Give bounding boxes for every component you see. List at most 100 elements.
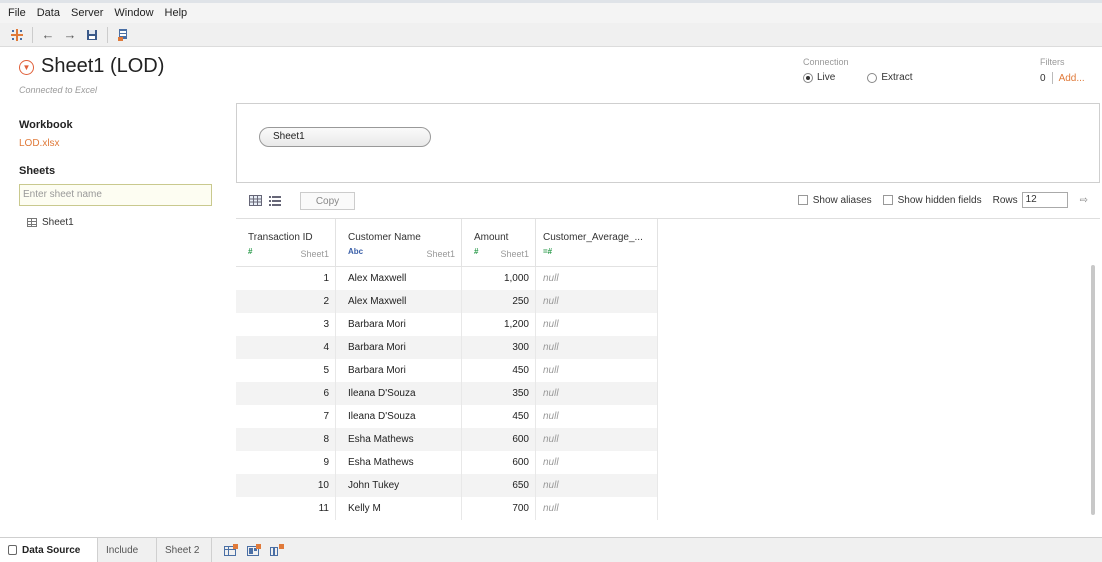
cell-transaction-id: 10 bbox=[236, 474, 336, 497]
toolbar-separator bbox=[107, 26, 108, 43]
cell-amount: 350 bbox=[462, 382, 536, 405]
cell-customer-average: null bbox=[536, 313, 658, 336]
column-header-customer-average[interactable]: Customer_Average_... =# bbox=[536, 219, 658, 267]
workbook-heading: Workbook bbox=[19, 119, 73, 131]
new-story-icon[interactable] bbox=[270, 544, 284, 556]
cell-amount: 250 bbox=[462, 290, 536, 313]
cell-transaction-id: 4 bbox=[236, 336, 336, 359]
column-source: Sheet1 bbox=[500, 249, 529, 259]
menu-data[interactable]: Data bbox=[37, 7, 60, 19]
cell-customer-name: Barbara Mori bbox=[336, 336, 462, 359]
cell-customer-name: Esha Mathews bbox=[336, 428, 462, 451]
add-filter-link[interactable]: Add... bbox=[1059, 73, 1085, 84]
new-data-source-icon[interactable] bbox=[114, 26, 132, 44]
menu-server[interactable]: Server bbox=[71, 7, 103, 19]
column-header-amount[interactable]: Amount # Sheet1 bbox=[462, 219, 536, 267]
column-source: Sheet1 bbox=[426, 249, 455, 259]
tab-sheet-2[interactable]: Sheet 2 bbox=[157, 538, 212, 562]
cell-customer-average: null bbox=[536, 428, 658, 451]
data-grid: Transaction ID # Sheet1 Customer Name Ab… bbox=[236, 218, 1100, 537]
toolbar-separator bbox=[32, 26, 33, 43]
extract-radio[interactable] bbox=[867, 72, 878, 83]
connection-label: Connection bbox=[803, 57, 849, 67]
cell-customer-average: null bbox=[536, 290, 658, 313]
page-title[interactable]: Sheet1 (LOD) bbox=[41, 55, 164, 78]
tab-include[interactable]: Include bbox=[98, 538, 157, 562]
table-row: 7 Ileana D'Souza 450 null bbox=[236, 405, 658, 428]
cell-customer-name: Alex Maxwell bbox=[336, 290, 462, 313]
sidebar-item-sheet1[interactable]: Sheet1 bbox=[27, 217, 74, 228]
connection-options: Live Extract bbox=[803, 72, 912, 83]
filters-row: 0 Add... bbox=[1040, 72, 1085, 84]
filters-divider bbox=[1051, 72, 1053, 84]
tableau-logo-icon[interactable] bbox=[8, 26, 26, 44]
column-source: Sheet1 bbox=[300, 249, 329, 259]
string-type-icon[interactable]: Abc bbox=[348, 247, 363, 256]
number-type-icon[interactable]: # bbox=[248, 247, 252, 256]
cell-customer-average: null bbox=[536, 267, 658, 290]
table-row: 4 Barbara Mori 300 null bbox=[236, 336, 658, 359]
number-type-icon[interactable]: # bbox=[474, 247, 478, 256]
cell-transaction-id: 6 bbox=[236, 382, 336, 405]
new-sheet-controls bbox=[212, 538, 293, 562]
live-label: Live bbox=[817, 72, 836, 83]
table-row: 5 Barbara Mori 450 null bbox=[236, 359, 658, 382]
new-dashboard-icon[interactable] bbox=[247, 544, 261, 556]
forward-arrow-icon[interactable]: → bbox=[61, 26, 79, 44]
show-hidden-fields-checkbox[interactable] bbox=[882, 195, 893, 205]
join-canvas[interactable]: Sheet1 bbox=[236, 103, 1100, 183]
workbook-file-link[interactable]: LOD.xlsx bbox=[19, 138, 60, 149]
cell-amount: 1,200 bbox=[462, 313, 536, 336]
vertical-scrollbar[interactable] bbox=[1091, 265, 1095, 515]
copy-button[interactable]: Copy bbox=[300, 192, 355, 210]
refresh-rows-icon[interactable]: ⇨ bbox=[1080, 195, 1088, 206]
list-view-icon[interactable] bbox=[269, 195, 283, 207]
data-source-menu-icon[interactable]: ▼ bbox=[19, 60, 34, 75]
menu-window[interactable]: Window bbox=[114, 7, 153, 19]
cell-amount: 600 bbox=[462, 428, 536, 451]
toolbar: ← → bbox=[0, 23, 1102, 47]
back-arrow-icon[interactable]: ← bbox=[39, 26, 57, 44]
table-row: 1 Alex Maxwell 1,000 null bbox=[236, 267, 658, 290]
menu-file[interactable]: File bbox=[8, 7, 26, 19]
grid-header-row: Transaction ID # Sheet1 Customer Name Ab… bbox=[236, 219, 658, 267]
sheet-search-input[interactable]: Enter sheet name bbox=[19, 184, 212, 206]
show-aliases-checkbox[interactable] bbox=[797, 195, 808, 205]
menu-help[interactable]: Help bbox=[165, 7, 188, 19]
cell-amount: 450 bbox=[462, 359, 536, 382]
sheets-heading: Sheets bbox=[19, 165, 56, 177]
cell-transaction-id: 9 bbox=[236, 451, 336, 474]
cell-transaction-id: 7 bbox=[236, 405, 336, 428]
table-pill-sheet1[interactable]: Sheet1 bbox=[259, 127, 431, 147]
column-header-transaction-id[interactable]: Transaction ID # Sheet1 bbox=[236, 219, 336, 267]
cell-amount: 600 bbox=[462, 451, 536, 474]
cell-customer-name: Alex Maxwell bbox=[336, 267, 462, 290]
filters-label: Filters bbox=[1040, 57, 1065, 67]
save-icon[interactable] bbox=[83, 26, 101, 44]
column-name: Customer_Average_... bbox=[543, 232, 643, 243]
column-name: Amount bbox=[474, 232, 509, 243]
new-worksheet-icon[interactable] bbox=[224, 544, 238, 556]
sidebar-item-label: Sheet1 bbox=[42, 217, 74, 228]
tab-label: Data Source bbox=[22, 544, 81, 556]
table-row: 8 Esha Mathews 600 null bbox=[236, 428, 658, 451]
cell-customer-average: null bbox=[536, 336, 658, 359]
sheet-table-icon bbox=[27, 218, 37, 227]
table-row: 9 Esha Mathews 600 null bbox=[236, 451, 658, 474]
live-radio[interactable] bbox=[803, 72, 813, 83]
cell-customer-name: Kelly M bbox=[336, 497, 462, 520]
column-header-customer-name[interactable]: Customer Name Abc Sheet1 bbox=[336, 219, 462, 267]
cell-amount: 450 bbox=[462, 405, 536, 428]
filters-count: 0 bbox=[1040, 72, 1046, 84]
cell-transaction-id: 3 bbox=[236, 313, 336, 336]
rows-label: Rows bbox=[992, 194, 1018, 206]
grid-view-icon[interactable] bbox=[249, 195, 263, 207]
rows-input[interactable]: 12 bbox=[1021, 192, 1068, 208]
extract-label: Extract bbox=[881, 72, 913, 83]
tab-data-source[interactable]: Data Source bbox=[0, 538, 98, 562]
calculated-number-type-icon[interactable]: =# bbox=[543, 247, 552, 256]
cell-transaction-id: 2 bbox=[236, 290, 336, 313]
table-row: 11 Kelly M 700 null bbox=[236, 497, 658, 520]
table-row: 10 John Tukey 650 null bbox=[236, 474, 658, 497]
cell-customer-average: null bbox=[536, 359, 658, 382]
